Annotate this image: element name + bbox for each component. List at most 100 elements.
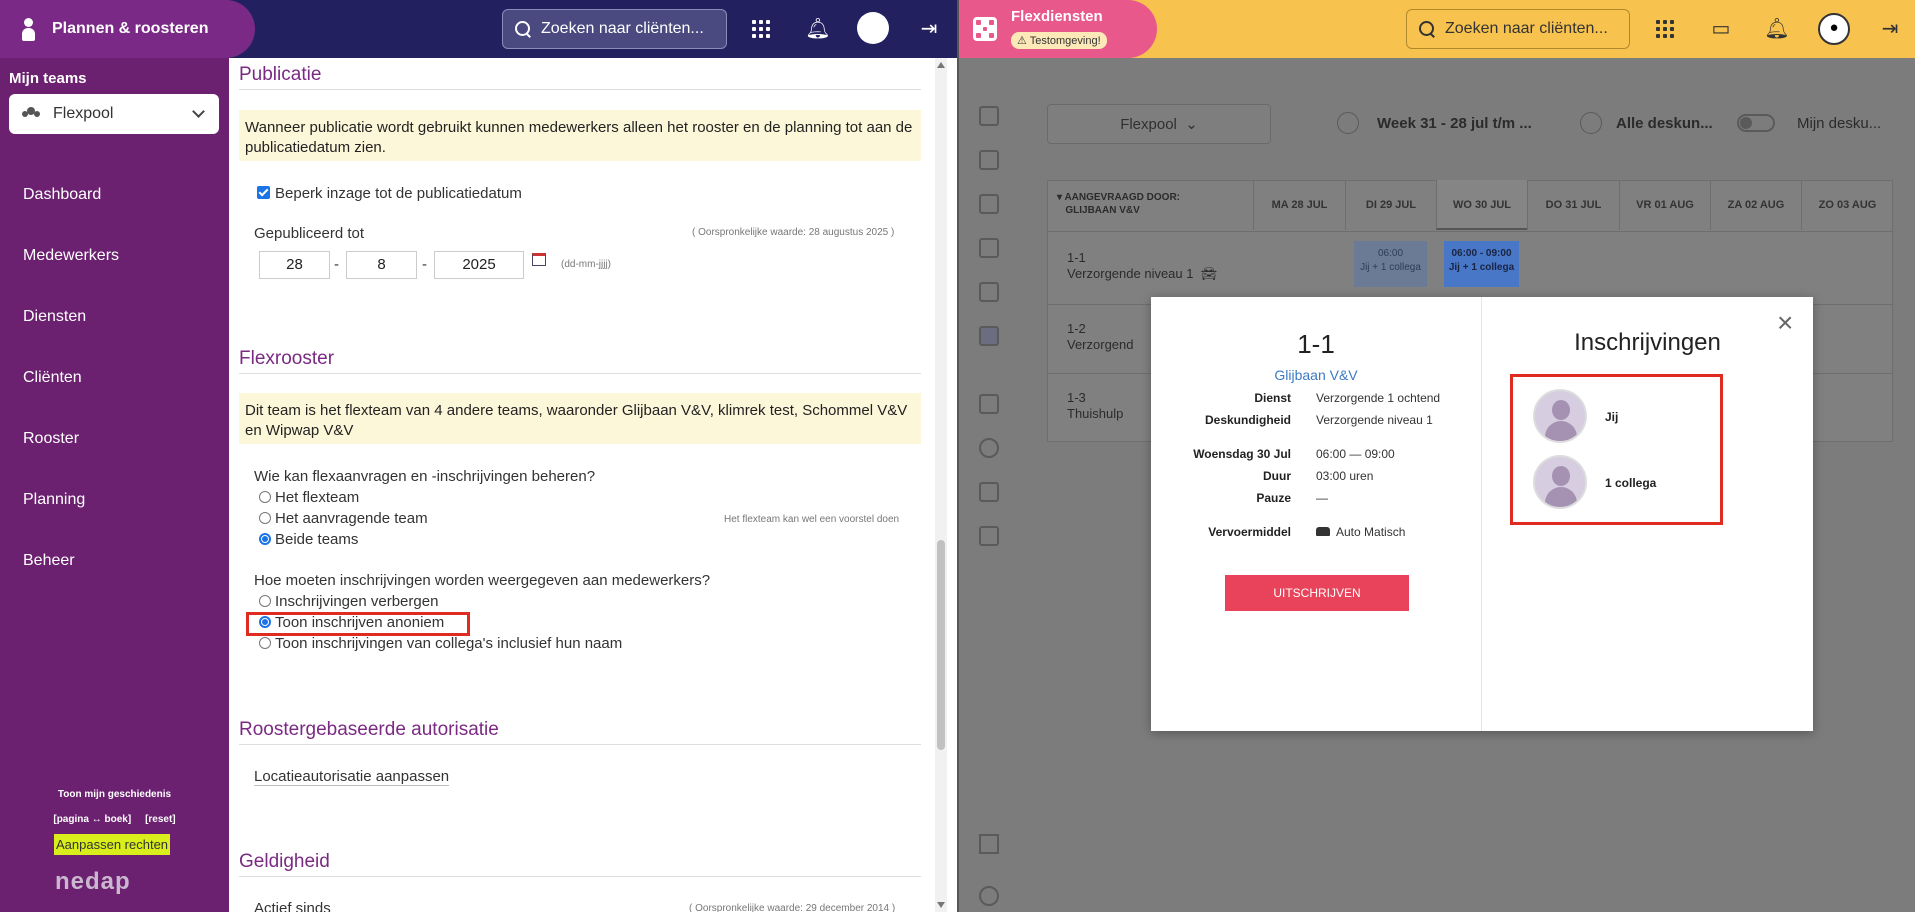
table-row-1-2[interactable]: 1-2 Verzorgend xyxy=(1067,321,1134,353)
car-icon xyxy=(1316,527,1330,536)
team-icon xyxy=(21,107,43,121)
list-calendar-icon[interactable] xyxy=(979,194,999,214)
beperk-label: Beperk inzage tot de publicatiedatum xyxy=(275,185,522,202)
logout-icon[interactable]: ⇥ xyxy=(916,16,942,42)
flex-calendar-icon[interactable] xyxy=(979,326,999,346)
prev-week-button[interactable] xyxy=(1337,112,1359,134)
clock-icon[interactable] xyxy=(979,438,999,458)
date-day-input[interactable]: 28 xyxy=(259,251,330,279)
shift-sub: Jij + 1 collega xyxy=(1448,262,1515,273)
bell-icon[interactable]: 🔔︎ xyxy=(1764,16,1790,42)
radio-row-inclusief-naam[interactable]: Toon inschrijvingen van collega's inclus… xyxy=(259,635,622,652)
radio-verbergen[interactable] xyxy=(259,595,271,607)
reset-link[interactable]: [reset] xyxy=(145,814,176,825)
radio-row-verbergen[interactable]: Inschrijvingen verbergen xyxy=(259,593,438,610)
beperk-checkbox[interactable] xyxy=(257,186,270,199)
row-code: 1-3 xyxy=(1067,390,1086,405)
flexpool-select[interactable]: Flexpool ⌄ xyxy=(1047,104,1271,144)
collapse-menu-icon[interactable] xyxy=(979,834,999,854)
shift-time: 06:00 - 09:00 xyxy=(1451,248,1512,259)
calendar-grid-icon[interactable] xyxy=(979,238,999,258)
duur-value: 03:00 uren xyxy=(1316,469,1374,483)
radio-label: Het flexteam xyxy=(275,489,360,506)
apps-grid-icon[interactable] xyxy=(748,16,774,42)
row-desc: Verzorgende niveau 1 xyxy=(1067,266,1194,281)
beperk-checkbox-row[interactable]: Beperk inzage tot de publicatiedatum xyxy=(257,185,522,202)
user-avatar[interactable]: ● xyxy=(1818,13,1850,45)
right-brand[interactable]: Flexdiensten ⚠ Testomgeving! xyxy=(959,0,1157,58)
day-header-zo: ZO 03 AUG xyxy=(1801,180,1893,230)
week-label: Week 31 - 28 jul t/m ... xyxy=(1377,115,1532,132)
sidebar-item-rooster[interactable]: Rooster xyxy=(23,430,79,448)
history-link[interactable]: Toon mijn geschiedenis xyxy=(0,789,229,800)
actief-sinds-label: Actief sinds xyxy=(254,900,331,912)
logout-icon[interactable]: ⇥ xyxy=(1877,16,1903,42)
calendar-check-icon[interactable] xyxy=(979,526,999,546)
left-brand[interactable]: Plannen & roosteren xyxy=(0,0,255,58)
publicatie-title: Publicatie xyxy=(239,64,921,90)
radio-inclusief-naam[interactable] xyxy=(259,637,271,649)
right-search-input[interactable]: Zoeken naar cliënten... xyxy=(1406,9,1630,49)
right-search-placeholder: Zoeken naar cliënten... xyxy=(1445,20,1608,37)
date-year-input[interactable]: 2025 xyxy=(434,251,524,279)
scroll-up-icon[interactable] xyxy=(937,62,945,68)
table-row-1-3[interactable]: 1-3 Thuishulp xyxy=(1067,390,1123,422)
avatar xyxy=(1533,389,1587,443)
footer-links: [pagina ↔ boek] [reset] xyxy=(0,814,229,825)
radio-row-beide-teams[interactable]: Beide teams xyxy=(259,531,358,548)
calendar-settings-icon[interactable] xyxy=(979,482,999,502)
sidebar-item-planning[interactable]: Planning xyxy=(23,491,85,509)
sidebar-item-beheer[interactable]: Beheer xyxy=(23,552,75,570)
calendar-icon[interactable] xyxy=(979,106,999,126)
scroll-thumb[interactable] xyxy=(937,540,945,750)
locatie-auth-link[interactable]: Locatieautorisatie aanpassen xyxy=(254,768,450,786)
vervoer-row: Auto Matisch xyxy=(1316,525,1405,539)
chat-icon[interactable]: ▭ xyxy=(1708,16,1734,42)
shift-block-di[interactable]: 06:00 Jij + 1 collega xyxy=(1354,241,1427,287)
aanpassen-rechten-button[interactable]: Aanpassen rechten xyxy=(54,834,171,855)
sidebar-item-medewerkers[interactable]: Medewerkers xyxy=(23,247,119,265)
next-week-button[interactable] xyxy=(1580,112,1602,134)
download-icon[interactable] xyxy=(979,150,999,170)
registrations-list: Jij 1 collega xyxy=(1510,374,1723,525)
sidebar-item-diensten[interactable]: Diensten xyxy=(23,308,86,326)
apps-grid-icon[interactable] xyxy=(1652,16,1678,42)
desk-toggle[interactable] xyxy=(1737,114,1775,132)
day-header-do: DO 31 JUL xyxy=(1527,180,1619,230)
date-month-input[interactable]: 8 xyxy=(346,251,417,279)
left-search-input[interactable]: Zoeken naar cliënten... xyxy=(502,9,727,49)
shift-block-wo[interactable]: 06:00 - 09:00 Jij + 1 collega xyxy=(1444,241,1519,287)
team-select[interactable]: Flexpool xyxy=(9,94,219,134)
row-code: 1-1 xyxy=(1067,250,1086,265)
radio-label: Toon inschrijvingen van collega's inclus… xyxy=(275,635,623,652)
radio-row-het-flexteam[interactable]: Het flexteam xyxy=(259,489,359,506)
radio-het-flexteam[interactable] xyxy=(259,491,271,503)
sidebar-item-clienten[interactable]: Cliënten xyxy=(23,369,82,387)
page-book-link[interactable]: [pagina ↔ boek] xyxy=(53,814,131,825)
flexpool-select-value: Flexpool xyxy=(1120,116,1177,133)
shift-sub: Jij + 1 collega xyxy=(1360,262,1421,273)
settings-content: Publicatie Wanneer publicatie wordt gebr… xyxy=(229,58,937,912)
radio-beide-teams[interactable] xyxy=(259,533,271,545)
uitschrijven-button[interactable]: UITSCHRIJVEN xyxy=(1225,575,1409,611)
flexrooster-notice: Dit team is het flexteam van 4 andere te… xyxy=(239,393,921,444)
scroll-down-icon[interactable] xyxy=(937,902,945,908)
star-icon[interactable] xyxy=(979,886,999,906)
calendar-icon[interactable] xyxy=(532,253,546,266)
dienst-label: Dienst xyxy=(1254,391,1291,405)
right-topbar: Flexdiensten ⚠ Testomgeving! Zoeken naar… xyxy=(959,0,1915,58)
calendar-refresh-icon[interactable] xyxy=(979,282,999,302)
sidebar-item-dashboard[interactable]: Dashboard xyxy=(23,186,101,204)
radio-row-aanvragende-team[interactable]: Het aanvragende team xyxy=(259,510,428,527)
radio-aanvragende-team[interactable] xyxy=(259,512,271,524)
modal-separator xyxy=(1481,297,1482,731)
modal-team-link[interactable]: Glijbaan V&V xyxy=(1151,367,1481,383)
left-scrollbar[interactable] xyxy=(935,58,947,912)
shift-time: 06:00 xyxy=(1377,248,1404,259)
bell-icon[interactable]: 🔔︎ xyxy=(805,16,831,42)
row-code: 1-2 xyxy=(1067,321,1086,336)
table-row-1-1[interactable]: 1-1 Verzorgende niveau 1 🚘︎ xyxy=(1067,250,1217,282)
user-avatar[interactable] xyxy=(857,12,889,44)
calendar-clock-icon[interactable] xyxy=(979,394,999,414)
close-icon[interactable]: × xyxy=(1777,307,1793,339)
